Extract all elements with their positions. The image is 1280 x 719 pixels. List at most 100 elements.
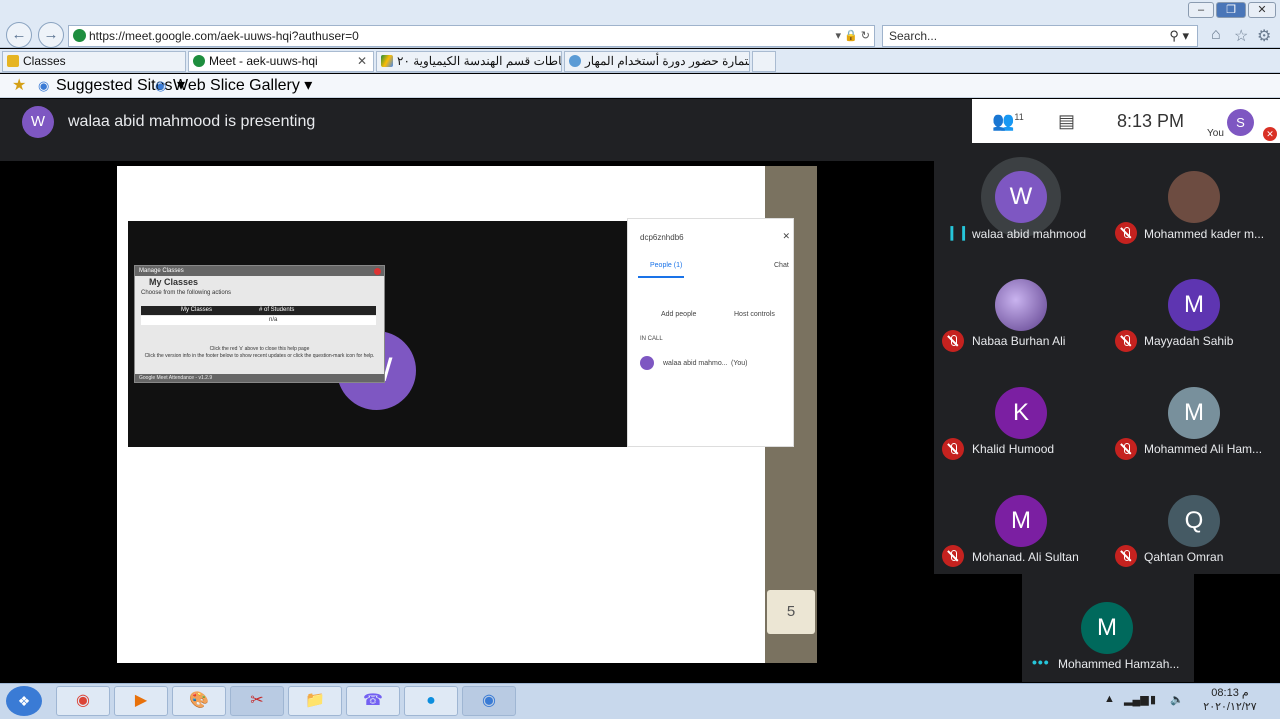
slide-page-number: 5 <box>767 590 815 634</box>
battery-icon[interactable]: ▮ <box>1150 693 1156 706</box>
ie-icon: ◉ <box>38 78 50 93</box>
in-call-label: IN CALL <box>640 336 663 342</box>
host-controls-label: Host controls <box>734 311 775 318</box>
participant-avatar[interactable]: Q <box>1168 495 1220 547</box>
participant-avatar[interactable]: M <box>1168 387 1220 439</box>
manage-help-1: Click the red 'x' above to close this he… <box>209 346 310 352</box>
meeting-code: dcp6znhdb6 <box>640 233 684 242</box>
minimize-button[interactable]: – <box>1188 2 1214 18</box>
people-icon[interactable]: 👥11 <box>992 111 1024 132</box>
manage-footer: Google Meet Attendance - v1.2.9 <box>135 374 384 382</box>
inner-self-avatar <box>640 356 654 370</box>
taskbar-time: 08:13 م <box>1211 687 1249 699</box>
favorites-star-icon[interactable]: ☆ <box>1234 26 1248 46</box>
restore-button[interactable]: ❐ <box>1216 2 1246 18</box>
ie-icon: ◉ <box>155 78 167 93</box>
taskbar-clock[interactable]: 08:13 م ٢٠٢٠/١٢/٢٧ <box>1200 686 1260 714</box>
chrome-taskbar-icon[interactable]: ◉ <box>56 686 110 716</box>
manage-subtitle: Choose from the following actions <box>141 290 232 296</box>
favorites-star-add-icon[interactable]: ★ <box>12 78 26 94</box>
media-player-taskbar-icon[interactable]: ▶ <box>114 686 168 716</box>
more-dots-icon: ••• <box>1032 654 1050 670</box>
edge-taskbar-icon[interactable]: ● <box>404 686 458 716</box>
meet-favicon-icon <box>73 29 86 42</box>
mic-off-icon <box>942 545 964 567</box>
address-tools-icon[interactable]: ▾ 🔒 ↻ <box>835 26 870 46</box>
ie-taskbar-icon[interactable]: ◉ <box>462 686 516 716</box>
volume-icon[interactable]: 🔈 <box>1170 693 1184 706</box>
meet-tab-icon <box>193 55 205 67</box>
participant-avatar[interactable]: M <box>1081 602 1133 654</box>
search-icon[interactable]: ⚲ ▾ <box>1169 26 1189 46</box>
chat-icon[interactable]: ▤ <box>1058 111 1075 132</box>
participant-avatar[interactable]: K <box>995 387 1047 439</box>
participant-name: Mohanad. Ali Sultan <box>972 550 1079 564</box>
tab-classes[interactable]: Classes <box>2 51 186 72</box>
snipping-tool-taskbar-icon[interactable]: ✂ <box>230 686 284 716</box>
participant-name: Khalid Humood <box>972 442 1055 456</box>
tab-drive[interactable]: نشاطات قسم الهندسة الكيمياوية ٢٠... <box>376 51 562 72</box>
manage-table-row: n/a <box>141 316 376 325</box>
people-tab-underline <box>638 276 684 278</box>
participant-avatar[interactable] <box>995 279 1047 331</box>
participant-name: Mohammed kader m... <box>1144 227 1265 241</box>
paint-taskbar-icon[interactable]: 🎨 <box>172 686 226 716</box>
presenter-avatar: W <box>22 106 54 138</box>
mic-off-icon: ✕ <box>1263 127 1277 141</box>
mic-off-icon <box>1115 222 1137 244</box>
drive-tab-icon <box>381 55 393 67</box>
inner-self-tag: (You) <box>731 360 748 367</box>
ie-tab-icon <box>569 55 581 67</box>
url-text: https://meet.google.com/aek-uuws-hqi?aut… <box>89 29 359 43</box>
manage-header: Manage Classes <box>135 266 384 276</box>
mic-off-icon <box>1115 330 1137 352</box>
manage-title: My Classes <box>149 277 199 287</box>
add-people-label: Add people <box>661 311 697 318</box>
participant-avatar[interactable]: M <box>1168 279 1220 331</box>
mic-off-icon <box>1115 438 1137 460</box>
web-slice-gallery-link[interactable]: ◉ Web Slice Gallery ▾ <box>155 78 312 94</box>
close-tab-icon[interactable]: ✕ <box>357 52 367 71</box>
manage-help-2: Click the version info in the footer bel… <box>144 353 375 359</box>
tab-meet[interactable]: Meet - aek-uuws-hqi ✕ <box>188 51 374 72</box>
inner-people-panel: dcp6znhdb6 ✕ People (1) Chat Add people … <box>627 218 794 447</box>
meeting-clock: 8:13 PM <box>1117 111 1185 131</box>
self-avatar[interactable]: S <box>1227 109 1254 136</box>
participant-avatar[interactable] <box>1168 171 1220 223</box>
participant-name: walaa abid mahmood <box>972 227 1087 241</box>
participant-avatar[interactable]: M <box>995 495 1047 547</box>
gear-icon[interactable]: ⚙ <box>1257 26 1271 46</box>
home-icon[interactable]: ⌂ <box>1211 26 1221 44</box>
classes-tab-icon <box>7 55 19 67</box>
chat-tab: Chat <box>774 262 789 269</box>
manage-classes-dialog: Manage Classes My Classes Choose from th… <box>134 265 385 383</box>
mic-off-icon <box>942 330 964 352</box>
tab-form[interactable]: استمارة حضور دورة أستخدام المهار... <box>564 51 750 72</box>
speaking-indicator-icon: ❙❙ <box>946 224 970 240</box>
mic-off-icon <box>942 438 964 460</box>
show-hidden-icons-icon[interactable]: ▲ <box>1104 693 1115 705</box>
taskbar-date: ٢٠٢٠/١٢/٢٧ <box>1203 701 1257 713</box>
network-icon[interactable]: ▂▄▆ <box>1124 693 1149 706</box>
close-icon <box>374 268 381 275</box>
close-window-button[interactable]: ✕ <box>1248 2 1276 18</box>
new-tab-button[interactable] <box>752 51 776 72</box>
presenter-text: walaa abid mahmood is presenting <box>68 113 316 130</box>
participant-count: 11 <box>1014 112 1024 122</box>
address-bar[interactable]: https://meet.google.com/aek-uuws-hqi?aut… <box>68 25 875 47</box>
manage-table-header: My Classes # of Students <box>141 306 376 315</box>
participants-grid <box>934 143 1280 574</box>
back-button[interactable]: ← <box>6 22 32 48</box>
viber-taskbar-icon[interactable]: ☎ <box>346 686 400 716</box>
forward-button[interactable]: → <box>38 22 64 48</box>
participant-avatar[interactable]: W <box>995 171 1047 223</box>
self-label: You <box>1207 128 1224 139</box>
search-input[interactable]: Search... ⚲ ▾ <box>882 25 1198 47</box>
start-button[interactable]: ❖ <box>6 686 42 716</box>
participant-name: Nabaa Burhan Ali <box>972 334 1066 348</box>
participant-name: Mayyadah Sahib <box>1144 334 1234 348</box>
mic-off-icon <box>1115 545 1137 567</box>
participant-name: Mohammed Hamzah... <box>1058 657 1180 671</box>
inner-self-name: walaa abid mahmo... <box>663 360 728 367</box>
file-explorer-taskbar-icon[interactable]: 📁 <box>288 686 342 716</box>
